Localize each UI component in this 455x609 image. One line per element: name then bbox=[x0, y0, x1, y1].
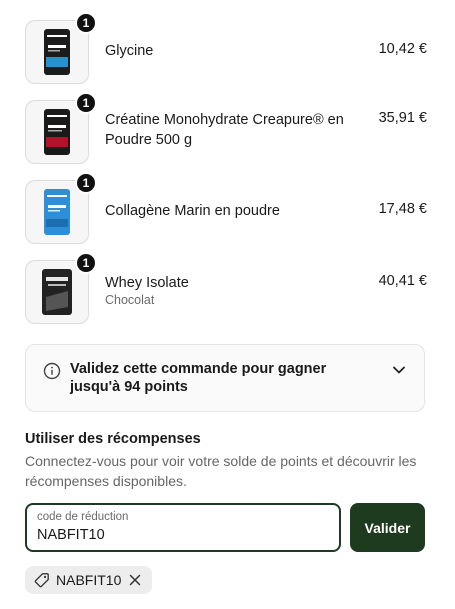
product-thumbnail-wrap: 1 bbox=[25, 12, 97, 86]
apply-discount-button[interactable]: Valider bbox=[350, 503, 425, 552]
discount-code-field[interactable]: code de réduction bbox=[25, 503, 341, 552]
quantity-badge: 1 bbox=[75, 172, 97, 194]
tag-icon bbox=[34, 573, 49, 588]
product-price: 35,91 € bbox=[378, 110, 427, 126]
product-name: Collagène Marin en poudre bbox=[105, 203, 280, 219]
product-price: 10,42 € bbox=[378, 41, 427, 57]
rewards-title: Utiliser des récompenses bbox=[25, 431, 201, 447]
product-name: Whey Isolate bbox=[105, 275, 189, 291]
product-name: Glycine bbox=[105, 43, 154, 59]
quantity-badge: 1 bbox=[75, 92, 97, 114]
product-thumbnail-wrap: 1 bbox=[25, 252, 97, 326]
rewards-description: Connectez-vous pour voir votre solde de … bbox=[25, 453, 417, 489]
product-thumbnail-wrap: 1 bbox=[25, 92, 97, 166]
product-price: 40,41 € bbox=[378, 273, 427, 289]
points-message: Validez cette commande pour gagner jusqu… bbox=[70, 361, 327, 395]
cart-item: 1 Whey Isolate Chocolat 40,41 € bbox=[25, 252, 427, 326]
product-thumbnail-wrap: 1 bbox=[25, 172, 97, 246]
glycine-product-thumbnail bbox=[44, 29, 70, 75]
points-disclosure[interactable]: Validez cette commande pour gagner jusqu… bbox=[25, 344, 425, 412]
collagen-product-thumbnail bbox=[44, 189, 70, 235]
quantity-badge: 1 bbox=[75, 12, 97, 34]
info-icon bbox=[43, 362, 61, 380]
product-name: Créatine Monohydrate Creapure® en Poudre… bbox=[105, 112, 344, 148]
cart-item: 1 Glycine 10,42 € bbox=[25, 12, 427, 86]
discount-code-label: code de réduction bbox=[37, 511, 129, 523]
applied-discount-code: NABFIT10 bbox=[56, 572, 122, 588]
quantity-badge: 1 bbox=[75, 252, 97, 274]
creatine-product-thumbnail bbox=[44, 109, 70, 155]
product-variant: Chocolat bbox=[105, 293, 155, 307]
product-price: 17,48 € bbox=[378, 201, 427, 217]
whey-product-thumbnail bbox=[42, 269, 72, 315]
close-icon[interactable] bbox=[127, 572, 143, 588]
discount-code-input[interactable] bbox=[37, 527, 327, 543]
cart-item: 1 Collagène Marin en poudre 17,48 € bbox=[25, 172, 427, 246]
applied-discount-tag: NABFIT10 bbox=[25, 566, 153, 594]
chevron-down-icon[interactable] bbox=[392, 363, 406, 377]
cart-item: 1 Créatine Monohydrate Creapure® en Poud… bbox=[25, 92, 427, 166]
